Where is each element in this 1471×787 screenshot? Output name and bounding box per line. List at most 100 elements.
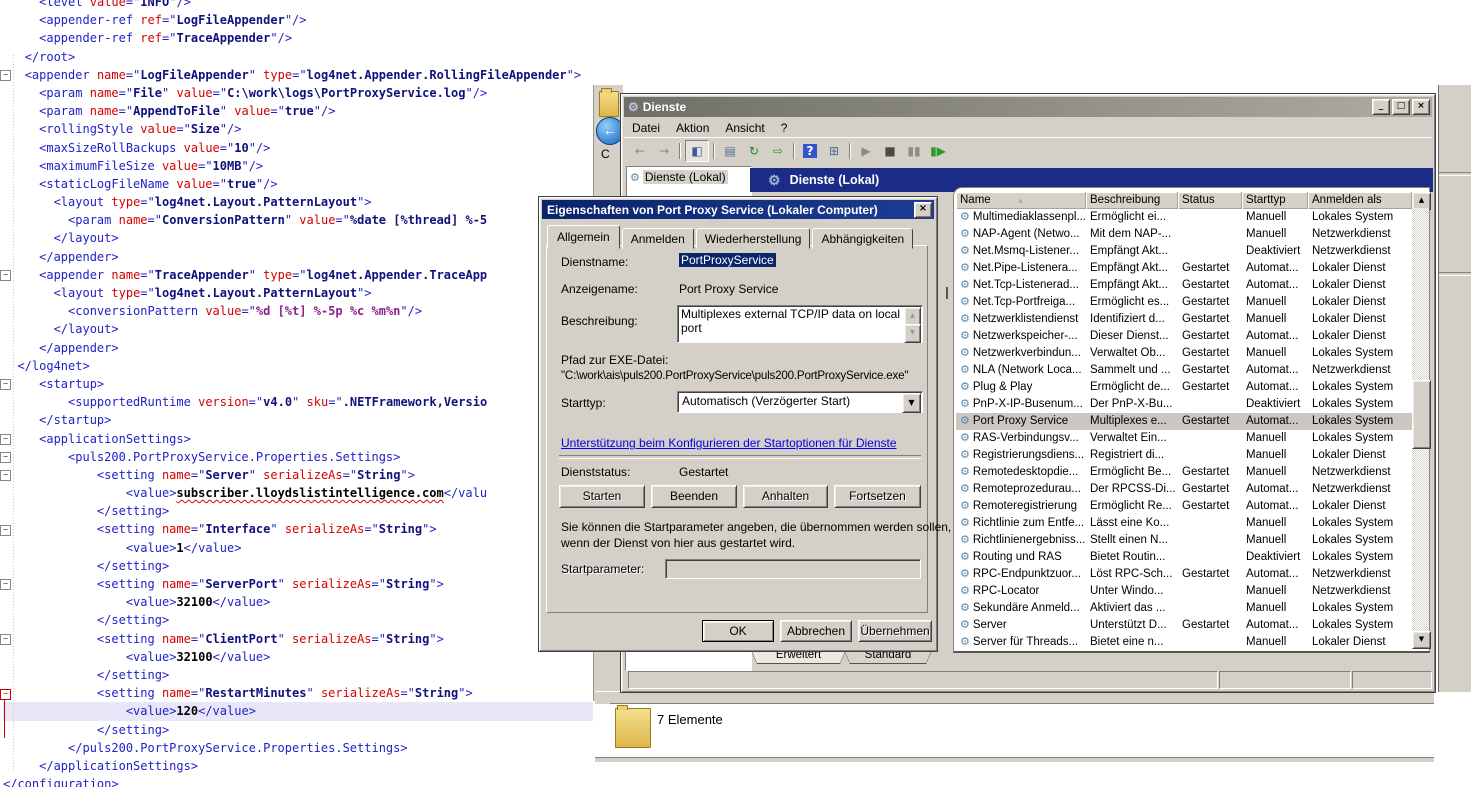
table-row[interactable]: ⚙Netzwerkverbindun...Verwaltet Ob...Gest… xyxy=(956,345,1412,362)
code-line: <layout type="log4net.Layout.PatternLayo… xyxy=(3,193,593,211)
fold-collapse-icon[interactable]: − xyxy=(0,270,11,281)
dialog-tab-anmelden[interactable]: Anmelden xyxy=(622,228,694,249)
new-window-button[interactable]: ⊞ xyxy=(823,141,845,161)
column-header-name[interactable]: Name▲ xyxy=(956,192,1086,209)
beschreibung-textbox[interactable]: Multiplexes external TCP/IP data on loca… xyxy=(677,305,923,343)
table-row[interactable]: ⚙Port Proxy ServiceMultiplexes e...Gesta… xyxy=(956,413,1412,430)
explorer-statusbar xyxy=(610,703,1434,758)
table-row[interactable]: ⚙RAS-Verbindungsv...Verwaltet Ein...Manu… xyxy=(956,430,1412,447)
maximize-button[interactable]: □ xyxy=(1392,99,1410,115)
xml-editor[interactable]: <level value="INFO"/> <appender-ref ref=… xyxy=(0,0,600,787)
uebernehmen-button[interactable]: Übernehmen xyxy=(858,620,932,642)
startparameter-input[interactable] xyxy=(665,559,921,579)
table-row[interactable]: ⚙Richtlinie zum Entfe...Lässt eine Ko...… xyxy=(956,515,1412,532)
fold-collapse-icon[interactable]: − xyxy=(0,689,11,700)
back-button[interactable]: ← xyxy=(629,141,651,161)
dialog-tab-abhngigkeiten[interactable]: Abhängigkeiten xyxy=(812,228,913,249)
menu-item-ansicht[interactable]: Ansicht xyxy=(717,119,772,137)
minimize-button[interactable]: _ xyxy=(1372,99,1390,115)
dienstname-value[interactable]: PortProxyService xyxy=(679,253,776,267)
chevron-down-icon[interactable]: ▼ xyxy=(902,393,921,413)
tree-item-dienste-lokal[interactable]: ⚙Dienste (Lokal) xyxy=(630,170,751,184)
fold-collapse-icon[interactable]: − xyxy=(0,434,11,445)
close-icon[interactable]: × xyxy=(914,202,932,218)
dialog-titlebar[interactable]: Eigenschaften von Port Proxy Service (Lo… xyxy=(542,200,934,219)
pause-service-button[interactable]: ▮▮ xyxy=(903,141,925,161)
table-row[interactable]: ⚙PnP-X-IP-Busenum...Der PnP-X-Bu...Deakt… xyxy=(956,396,1412,413)
table-row[interactable]: ⚙Server für Threads...Bietet eine n...Ma… xyxy=(956,634,1412,651)
fold-collapse-icon[interactable]: − xyxy=(0,379,11,390)
code-line: </configuration> xyxy=(3,775,593,787)
beenden-button[interactable]: Beenden xyxy=(651,485,737,508)
cell-beschreibung: Multiplexes e... xyxy=(1086,413,1178,430)
table-row[interactable]: ⚙Remotedesktopdie...Ermöglicht Be...Gest… xyxy=(956,464,1412,481)
forward-button[interactable]: → xyxy=(653,141,675,161)
table-row[interactable]: ⚙Richtlinienergebniss...Stellt einen N..… xyxy=(956,532,1412,549)
cell-starttyp: Deaktiviert xyxy=(1242,243,1308,260)
fold-collapse-icon[interactable]: − xyxy=(0,634,11,645)
cell-name: ⚙Routing und RAS xyxy=(956,549,1086,566)
start-service-button[interactable]: ▶ xyxy=(855,141,877,161)
fold-collapse-icon[interactable]: − xyxy=(0,70,11,81)
scroll-down-icon[interactable]: ▼ xyxy=(904,324,921,343)
dialog-tab-allgemein[interactable]: Allgemein xyxy=(547,225,620,249)
scrollbar-thumb[interactable] xyxy=(1412,380,1431,449)
startoptions-help-link[interactable]: Unterstützung beim Konfigurieren der Sta… xyxy=(561,436,897,450)
table-row[interactable]: ⚙Net.Tcp-Portfreiga...Ermöglicht es...Ge… xyxy=(956,294,1412,311)
menu-item-[interactable]: ? xyxy=(773,119,796,137)
code-line: <value>120</value> xyxy=(3,702,593,720)
show-console-tree-button[interactable]: ◧ xyxy=(685,140,709,162)
menu-item-aktion[interactable]: Aktion xyxy=(668,119,717,137)
table-row[interactable]: ⚙RemoteregistrierungErmöglicht Re...Gest… xyxy=(956,498,1412,515)
fold-collapse-icon[interactable]: − xyxy=(0,470,11,481)
services-window-titlebar[interactable]: ⚙ Dienste _ □ × xyxy=(624,97,1432,117)
starttyp-combobox[interactable]: Automatisch (Verzögerter Start) ▼ xyxy=(677,391,923,413)
table-row[interactable]: ⚙RPC-LocatorUnter Windo...ManuellNetzwer… xyxy=(956,583,1412,600)
fold-collapse-icon[interactable]: − xyxy=(0,525,11,536)
restart-service-button[interactable]: ▮▶ xyxy=(927,141,949,161)
ok-button[interactable]: OK xyxy=(702,620,774,642)
column-header-beschreibung[interactable]: Beschreibung xyxy=(1086,192,1178,209)
fortsetzen-button[interactable]: Fortsetzen xyxy=(834,485,921,508)
table-row[interactable]: ⚙Sekundäre Anmeld...Aktiviert das ...Man… xyxy=(956,600,1412,617)
table-row[interactable]: ⚙Routing und RASBietet Routin...Deaktivi… xyxy=(956,549,1412,566)
cell-anmelden: Lokales System xyxy=(1308,617,1412,634)
help-button[interactable]: ? xyxy=(799,141,821,161)
column-header-status[interactable]: Status xyxy=(1178,192,1242,209)
table-row[interactable]: ⚙Netzwerkspeicher-...Dieser Dienst...Ges… xyxy=(956,328,1412,345)
table-row[interactable]: ⚙NetzwerklistendienstIdentifiziert d...G… xyxy=(956,311,1412,328)
abbrechen-button[interactable]: Abbrechen xyxy=(780,620,852,642)
starten-button[interactable]: Starten xyxy=(559,485,645,508)
properties-button[interactable]: ▤ xyxy=(719,141,741,161)
menu-item-datei[interactable]: Datei xyxy=(624,119,668,137)
refresh-icon: ↻ xyxy=(749,144,759,158)
table-row[interactable]: ⚙Multimediaklassenpl...Ermöglicht ei...M… xyxy=(956,209,1412,226)
fold-collapse-icon[interactable]: − xyxy=(0,579,11,590)
table-row[interactable]: ⚙NLA (Network Loca...Sammelt und ...Gest… xyxy=(956,362,1412,379)
table-row[interactable]: ⚙Net.Pipe-Listenera...Empfängt Akt...Ges… xyxy=(956,260,1412,277)
service-name: Remotedesktopdie... xyxy=(973,466,1078,478)
dialog-tab-wiederherstellung[interactable]: Wiederherstellung xyxy=(696,228,811,249)
stop-service-button[interactable]: ■ xyxy=(879,141,901,161)
table-row[interactable]: ⚙Net.Tcp-Listenerad...Empfängt Akt...Ges… xyxy=(956,277,1412,294)
service-gear-icon: ⚙ xyxy=(960,415,970,427)
export-list-button[interactable]: ⇨ xyxy=(767,141,789,161)
help-icon: ? xyxy=(803,144,818,158)
refresh-button[interactable]: ↻ xyxy=(743,141,765,161)
table-row[interactable]: ⚙NAP-Agent (Netwo...Mit dem NAP-...Manue… xyxy=(956,226,1412,243)
cell-starttyp: Manuell xyxy=(1242,447,1308,464)
column-header-starttyp[interactable]: Starttyp xyxy=(1242,192,1308,209)
column-header-anmelden-als[interactable]: Anmelden als xyxy=(1308,192,1412,209)
anhalten-button[interactable]: Anhalten xyxy=(743,485,828,508)
close-button[interactable]: × xyxy=(1412,99,1430,115)
table-row[interactable]: ⚙Net.Msmq-Listener...Empfängt Akt...Deak… xyxy=(956,243,1412,260)
table-row[interactable]: ⚙Remoteprozedurau...Der RPCSS-Di...Gesta… xyxy=(956,481,1412,498)
cell-anmelden: Netzwerkdienst xyxy=(1308,362,1412,379)
table-row[interactable]: ⚙RPC-Endpunktzuor...Löst RPC-Sch...Gesta… xyxy=(956,566,1412,583)
table-row[interactable]: ⚙ServerUnterstützt D...GestartetAutomat.… xyxy=(956,617,1412,634)
vertical-scrollbar[interactable]: ▲ ▼ xyxy=(1412,192,1429,647)
scroll-down-icon[interactable]: ▼ xyxy=(1412,631,1431,649)
table-row[interactable]: ⚙Plug & PlayErmöglicht de...GestartetAut… xyxy=(956,379,1412,396)
fold-collapse-icon[interactable]: − xyxy=(0,452,11,463)
table-row[interactable]: ⚙Registrierungsdiens...Registriert di...… xyxy=(956,447,1412,464)
